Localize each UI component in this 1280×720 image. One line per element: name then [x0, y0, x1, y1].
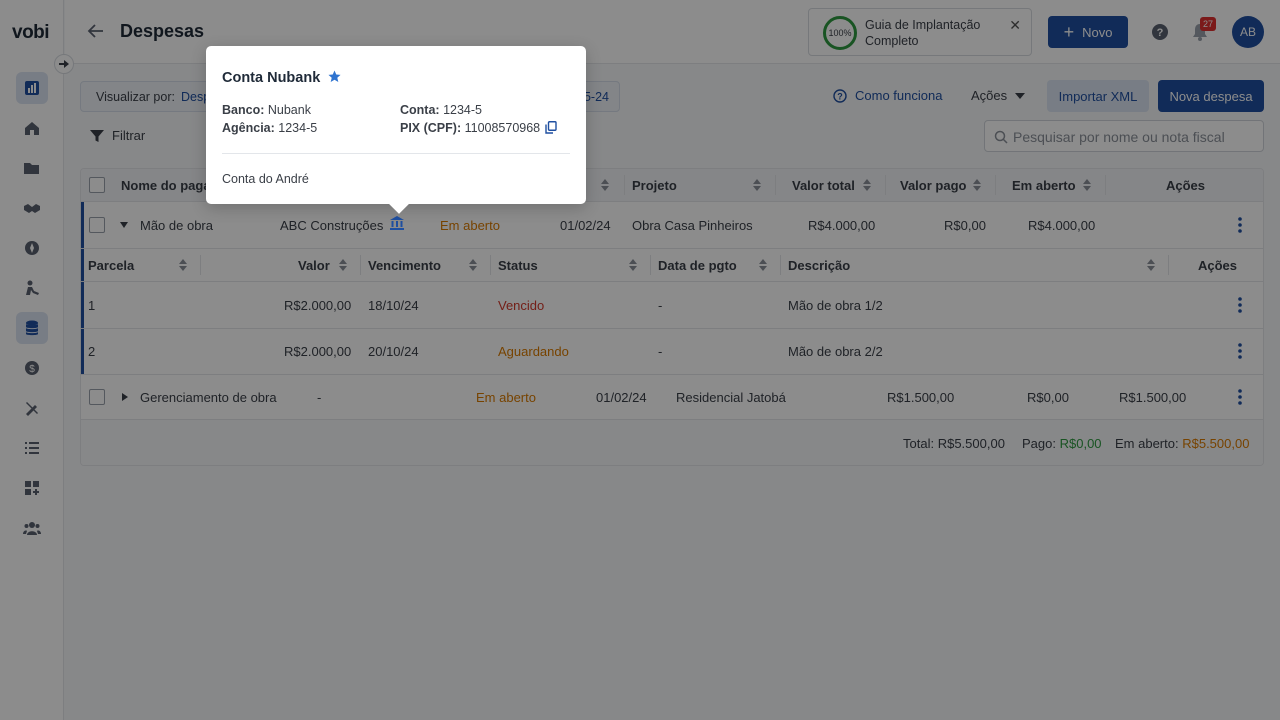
bank-value: Nubank: [267, 103, 311, 117]
pix-label: PIX (CPF):: [400, 121, 462, 135]
popover-title: Conta Nubank: [222, 70, 321, 86]
popover-divider: [222, 153, 570, 154]
star-icon[interactable]: [328, 70, 341, 86]
pix-line: PIX (CPF): 11008570968: [400, 121, 540, 135]
account-value: 1234-5: [443, 103, 482, 117]
bank-icon[interactable]: [390, 216, 404, 233]
account-line: Conta: 1234-5: [400, 103, 482, 117]
bank-account-popover: Conta Nubank Banco: Nubank Agência: 1234…: [206, 46, 586, 214]
account-label: Conta:: [400, 103, 440, 117]
modal-overlay[interactable]: [0, 0, 1280, 720]
agency-value: 1234-5: [278, 121, 318, 135]
bank-label: Banco:: [222, 103, 265, 117]
pix-value: 11008570968: [464, 121, 541, 135]
bank-line: Banco: Nubank: [222, 103, 311, 117]
copy-icon[interactable]: [545, 121, 557, 137]
agency-line: Agência: 1234-5: [222, 121, 317, 135]
popover-note: Conta do André: [222, 172, 309, 186]
agency-label: Agência:: [222, 121, 275, 135]
